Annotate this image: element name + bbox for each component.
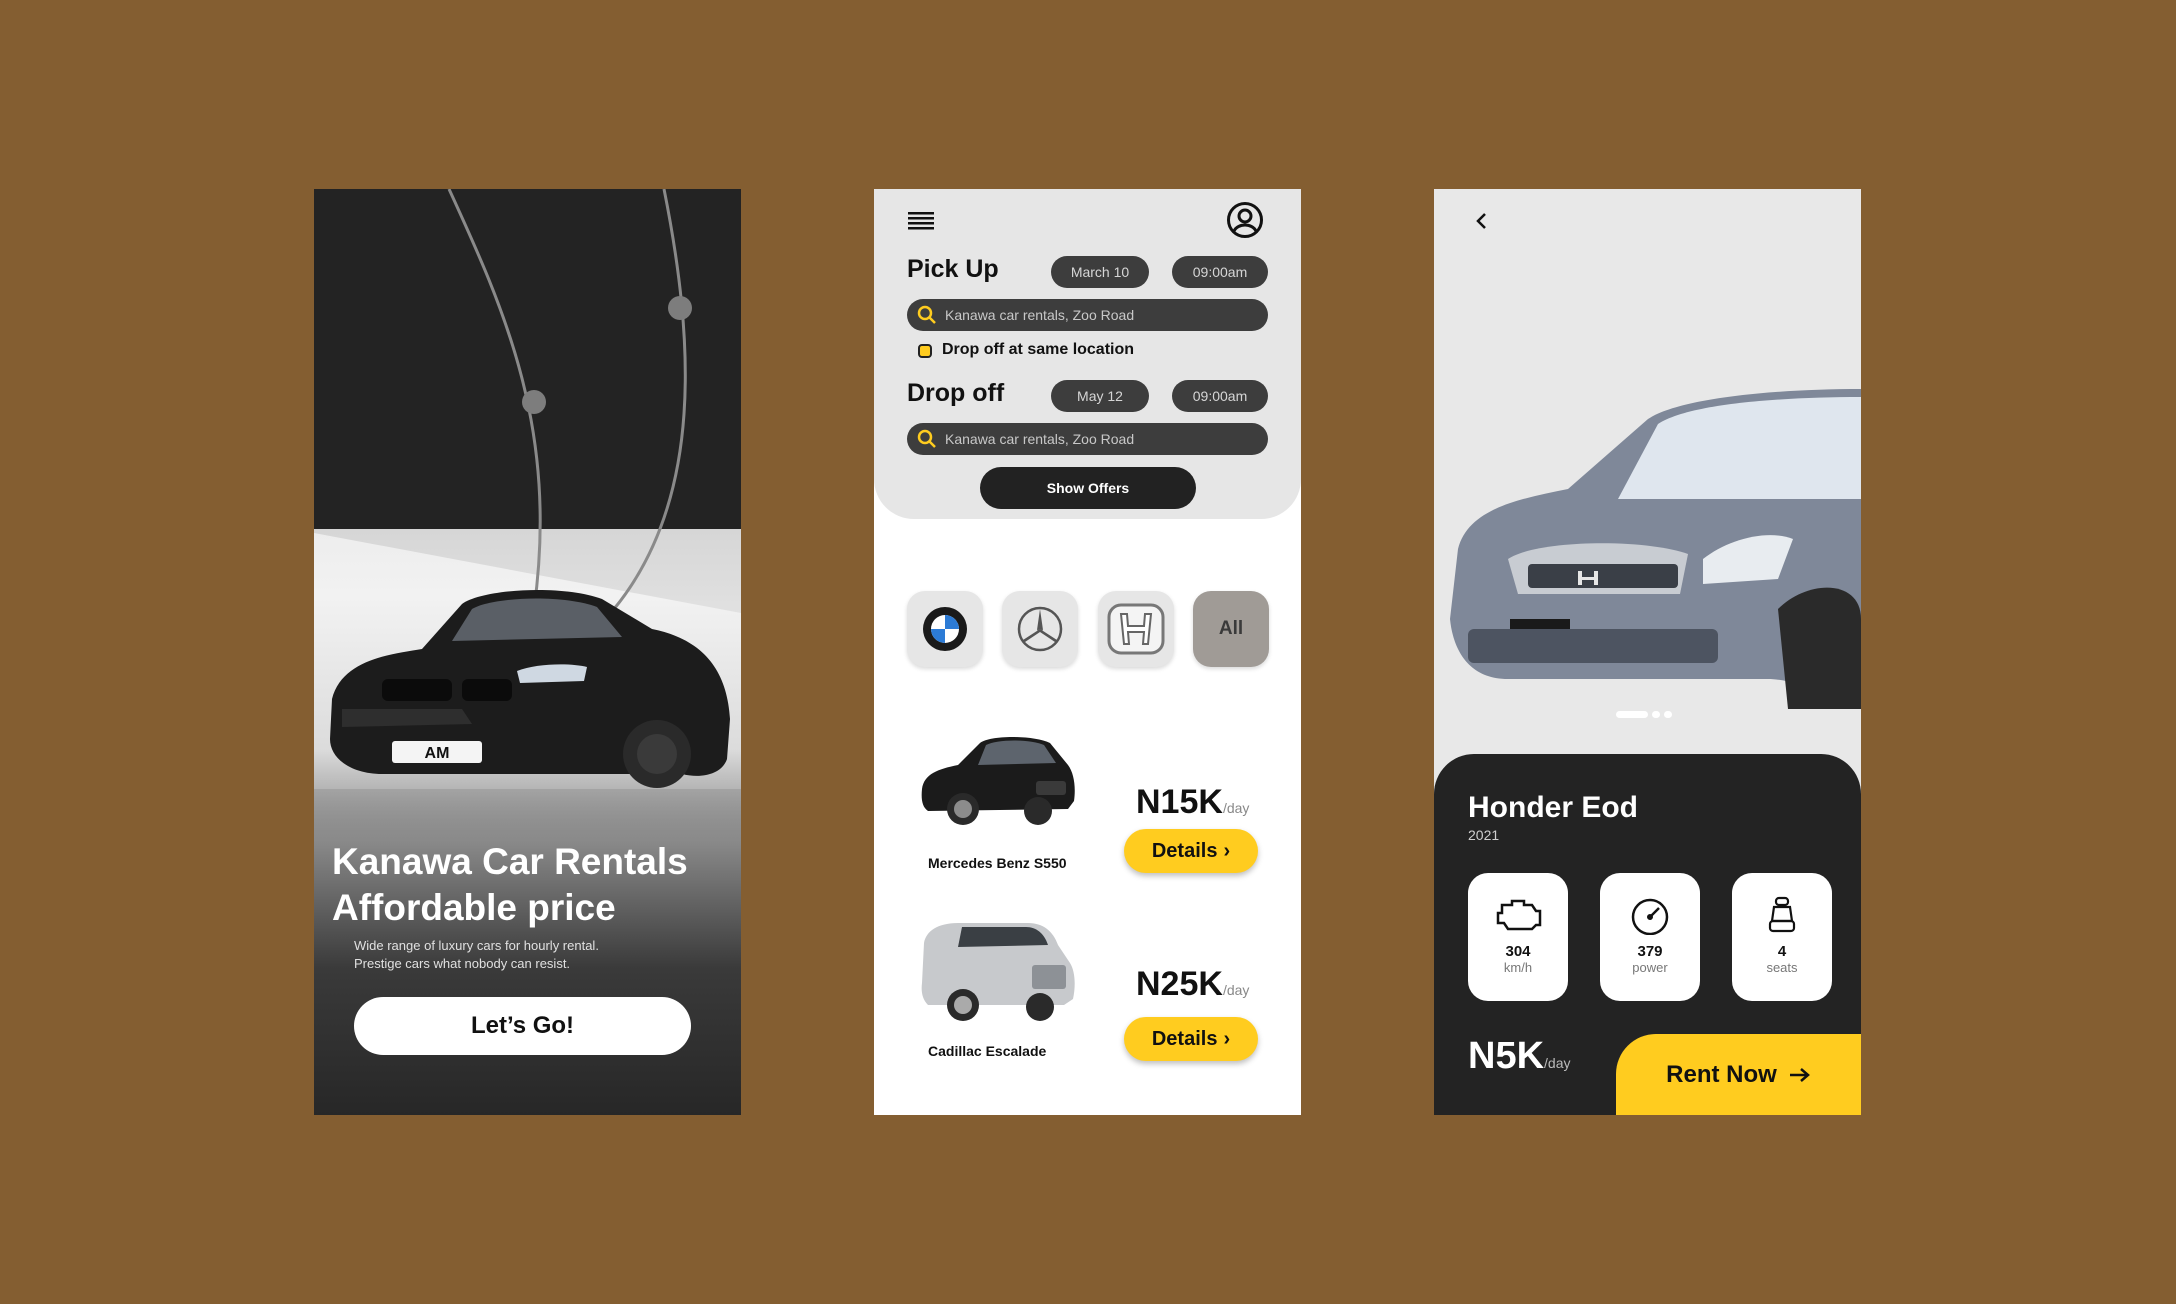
details-label: Details [1151,1027,1218,1050]
chevron-left-icon[interactable] [1472,211,1492,231]
honda-car-image [1450,389,1861,709]
carousel-dot-active[interactable] [1616,711,1648,718]
rent-now-button[interactable]: Rent Now [1616,1034,1861,1115]
bottom-gradient [314,749,741,1115]
car-name: Cadillac Escalade [928,1043,1047,1059]
price-unit: /day [1222,800,1250,816]
title-line-1: Kanawa Car Rentals [332,841,688,882]
car-price: N15K/day [1136,783,1249,822]
price-value: N25K [1136,965,1223,1003]
price-unit: /day [1222,982,1250,998]
car-name: Mercedes Benz S550 [928,855,1067,871]
chevron-right-icon: › [1223,1027,1231,1050]
brand-filter-all[interactable]: All [1193,591,1269,667]
price-unit: /day [1544,1055,1571,1071]
spec-value: 4 [1777,943,1787,960]
splash-title: Kanawa Car Rentals Affordable price [332,839,732,931]
honda-logo-icon [1107,603,1165,655]
splash-screen: AM Kanawa Car Rentals Affordable price W… [314,189,741,1115]
pickup-time-pill[interactable]: 09:00am [1172,256,1268,288]
bmw-car-image: AM [330,589,730,788]
pickup-location-search[interactable] [907,299,1268,331]
cadillac-car-image [921,923,1075,1021]
price-value: N15K [1136,783,1223,821]
chevron-right-icon: › [1223,839,1231,862]
pickup-label: Pick Up [907,255,999,283]
subtitle-line-1: Wide range of luxury cars for hourly ren… [354,938,599,953]
splash-subtitle: Wide range of luxury cars for hourly ren… [354,937,714,973]
lets-go-button[interactable]: Let’s Go! [354,997,691,1055]
spec-card-power: 379 power [1600,873,1700,1001]
pickup-location-input[interactable] [943,306,1247,324]
license-plate-text: AM [425,745,450,762]
brand-filter-bmw[interactable] [907,591,983,667]
bmw-logo-icon [923,607,967,651]
rent-now-label: Rent Now [1666,1060,1777,1088]
user-circle-icon[interactable] [1226,201,1264,239]
carousel-dot[interactable] [1652,711,1660,718]
pickup-date-pill[interactable]: March 10 [1051,256,1149,288]
search-icon [917,305,936,324]
show-offers-button[interactable]: Show Offers [980,467,1196,509]
car-detail-screen: Honder Eod 2021 304 km/h 379 power 4 sea… [1434,189,1861,1115]
same-location-checkbox[interactable] [918,344,932,358]
title-line-2: Affordable price [332,887,616,928]
spec-card-seats: 4 seats [1732,873,1832,1001]
dropoff-date-pill[interactable]: May 12 [1051,380,1149,412]
car-seat-icon [1768,896,1796,933]
dropoff-location-input[interactable] [943,430,1247,448]
details-label: Details [1151,839,1218,862]
spec-unit: power [1632,960,1668,975]
booking-screen: Pick Up March 10 09:00am Drop off at sam… [874,189,1301,1115]
spec-value: 379 [1637,943,1663,960]
spec-card-speed: 304 km/h [1468,873,1568,1001]
dropoff-location-search[interactable] [907,423,1268,455]
mercedes-car-image [921,737,1075,825]
subtitle-line-2: Prestige cars what nobody can resist. [354,956,571,971]
spec-unit: km/h [1503,960,1533,975]
spec-unit: seats [1766,960,1798,975]
dropoff-label: Drop off [907,379,1005,407]
price-value: N5K [1468,1035,1545,1077]
rental-price: N5K/day [1468,1035,1571,1078]
search-icon [917,429,936,448]
engine-icon [1496,899,1542,931]
car-price: N25K/day [1136,965,1249,1004]
brand-filter-honda[interactable] [1098,591,1174,667]
carousel-dot[interactable] [1664,711,1672,718]
mercedes-logo-icon [1017,606,1063,652]
hamburger-icon[interactable] [908,211,934,231]
arrow-right-icon [1789,1067,1810,1082]
details-button[interactable]: Details › [1124,1017,1258,1061]
speedometer-icon [1631,898,1669,936]
car-year: 2021 [1468,827,1500,843]
dropoff-time-pill[interactable]: 09:00am [1172,380,1268,412]
brand-filter-mercedes[interactable] [1002,591,1078,667]
car-name: Honder Eod [1468,791,1638,824]
carousel-dots [1616,711,1672,718]
same-location-label: Drop off at same location [942,341,1135,358]
spec-value: 304 [1505,943,1531,960]
details-button[interactable]: Details › [1124,829,1258,873]
